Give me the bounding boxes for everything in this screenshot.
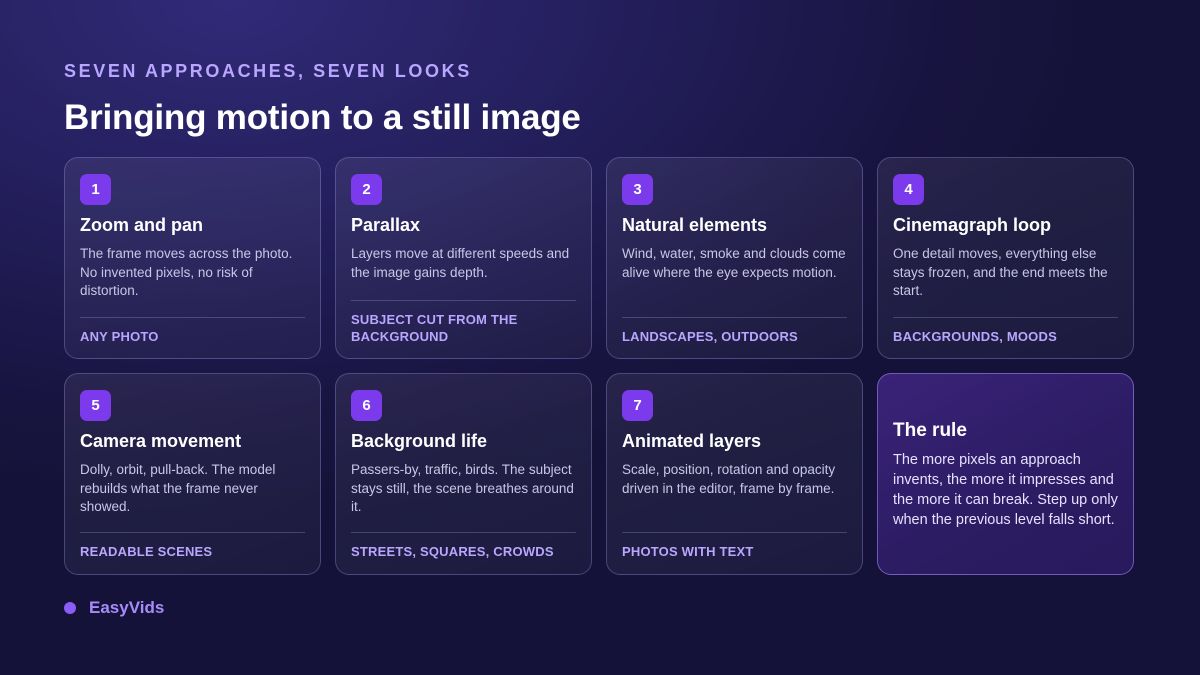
card-divider <box>622 532 847 533</box>
card-title: Parallax <box>351 215 421 235</box>
card-description: Layers move at different speeds and the … <box>351 246 570 280</box>
card-title: Zoom and pan <box>80 215 203 235</box>
card-description: One detail moves, everything else stays … <box>893 246 1108 298</box>
number-badge: 7 <box>622 390 653 421</box>
card-title: Camera movement <box>80 431 242 451</box>
approach-card-natural-elements: 3 Natural elements Wind, water, smoke an… <box>606 157 863 359</box>
card-tag: STREETS, SQUARES, CROWDS <box>351 544 554 559</box>
card-divider <box>893 317 1118 318</box>
card-tag: LANDSCAPES, OUTDOORS <box>622 329 798 344</box>
card-description: Passers-by, traffic, birds. The subject … <box>351 462 574 514</box>
approach-card-parallax: 2 Parallax Layers move at different spee… <box>335 157 592 359</box>
number-badge: 6 <box>351 390 382 421</box>
card-tag: READABLE SCENES <box>80 544 213 559</box>
approach-card-cinemagraph: 4 Cinemagraph loop One detail moves, eve… <box>877 157 1134 359</box>
card-tag: SUBJECT CUT FROM THE BACKGROUND <box>351 312 518 344</box>
approach-card-background-life: 6 Background life Passers-by, traffic, b… <box>335 373 592 575</box>
number-badge: 2 <box>351 174 382 205</box>
approach-card-camera-movement: 5 Camera movement Dolly, orbit, pull-bac… <box>64 373 321 575</box>
brand-dot-icon <box>64 602 76 614</box>
card-description: Dolly, orbit, pull-back. The model rebui… <box>80 462 276 514</box>
brand-name: EasyVids <box>89 598 165 617</box>
number-badge: 1 <box>80 174 111 205</box>
number-badge: 4 <box>893 174 924 205</box>
brand: EasyVids <box>64 598 164 618</box>
card-description: Wind, water, smoke and clouds come alive… <box>622 246 846 280</box>
number-badge: 3 <box>622 174 653 205</box>
card-title: Cinemagraph loop <box>893 215 1052 235</box>
card-divider <box>80 532 305 533</box>
card-title: Animated layers <box>622 431 762 451</box>
card-tag: PHOTOS WITH TEXT <box>622 544 754 559</box>
number-badge: 5 <box>80 390 111 421</box>
rule-text: The more pixels an approach invents, the… <box>893 452 1118 528</box>
page-title: Bringing motion to a still image <box>64 98 581 137</box>
card-divider <box>80 317 305 318</box>
rule-card: The rule The more pixels an approach inv… <box>877 373 1134 575</box>
card-title: Background life <box>351 431 488 451</box>
rule-title: The rule <box>893 420 967 441</box>
approach-card-zoom-pan: 1 Zoom and pan The frame moves across th… <box>64 157 321 359</box>
card-divider <box>622 317 847 318</box>
approach-grid: 1 Zoom and pan The frame moves across th… <box>64 157 1136 575</box>
kicker: SEVEN APPROACHES, SEVEN LOOKS <box>64 61 472 81</box>
card-divider <box>351 300 576 301</box>
card-divider <box>351 532 576 533</box>
card-description: Scale, position, rotation and opacity dr… <box>622 462 836 496</box>
card-tag: BACKGROUNDS, MOODS <box>893 329 1057 344</box>
card-title: Natural elements <box>622 215 768 235</box>
card-description: The frame moves across the photo. No inv… <box>80 246 293 298</box>
approach-card-animated-layers: 7 Animated layers Scale, position, rotat… <box>606 373 863 575</box>
card-tag: ANY PHOTO <box>80 329 159 344</box>
